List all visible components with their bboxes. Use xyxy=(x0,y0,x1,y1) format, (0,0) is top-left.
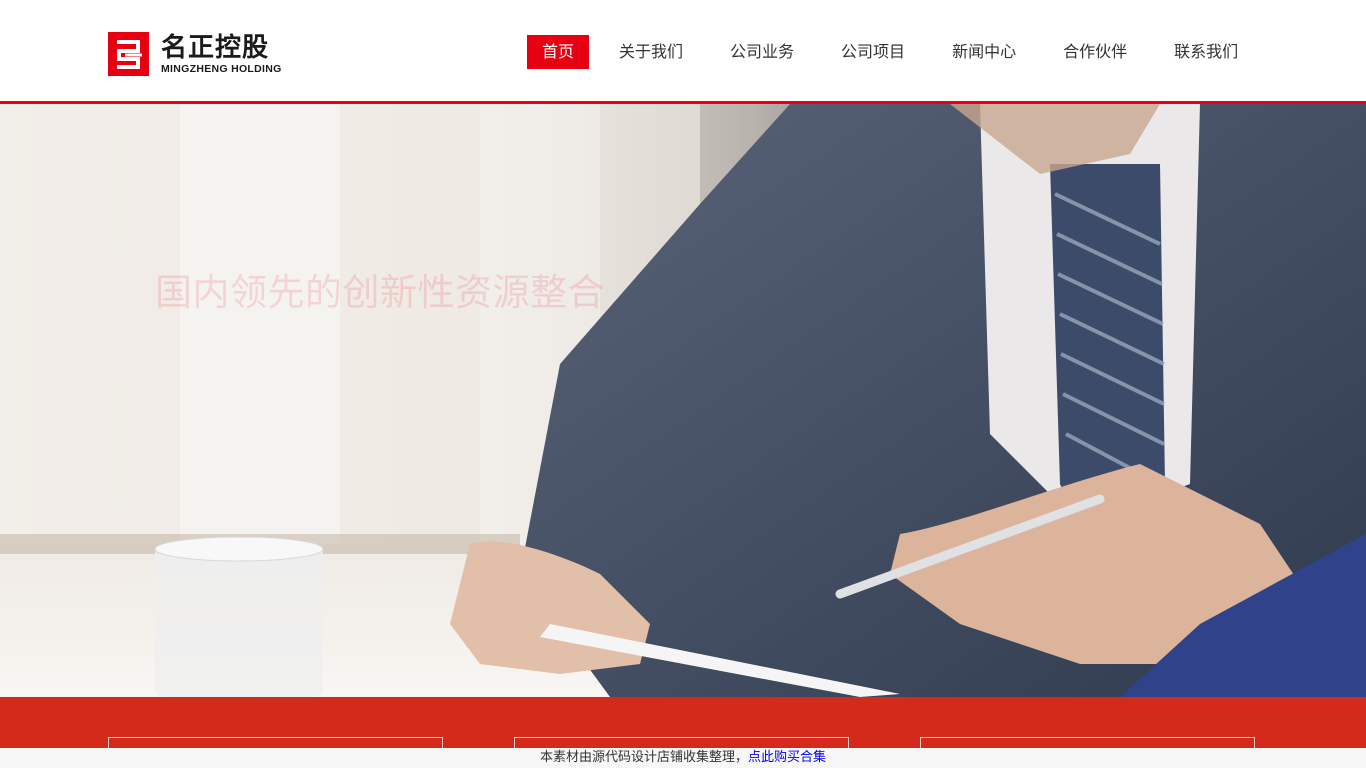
logo[interactable]: 名正控股 MINGZHENG HOLDING xyxy=(108,32,282,76)
nav-item-contact[interactable]: 联系我们 xyxy=(1159,35,1253,69)
site-header: 名正控股 MINGZHENG HOLDING 首页 关于我们 公司业务 公司项目… xyxy=(0,0,1366,104)
nav-item-projects[interactable]: 公司项目 xyxy=(826,35,920,69)
source-notice: 本素材由源代码设计店铺收集整理，点此购买合集 xyxy=(0,748,1366,768)
nav-item-business[interactable]: 公司业务 xyxy=(715,35,809,69)
logo-name-en: MINGZHENG HOLDING xyxy=(161,63,282,75)
notice-text: 本素材由源代码设计店铺收集整理， xyxy=(539,750,748,765)
nav-item-home[interactable]: 首页 xyxy=(527,35,590,69)
logo-text: 名正控股 MINGZHENG HOLDING xyxy=(161,33,282,75)
logo-mark-icon xyxy=(108,32,149,76)
hero-photo xyxy=(0,104,1366,697)
hero-banner: 国内领先的创新性资源整合 xyxy=(0,104,1366,697)
logo-name-cn: 名正控股 xyxy=(161,33,270,63)
hero-slogan: 国内领先的创新性资源整合 xyxy=(155,271,605,314)
purchase-link[interactable]: 点此购买合集 xyxy=(748,750,826,765)
main-nav: 首页 关于我们 公司业务 公司项目 新闻中心 合作伙伴 联系我们 xyxy=(527,35,1270,69)
nav-item-partners[interactable]: 合作伙伴 xyxy=(1048,35,1142,69)
nav-item-news[interactable]: 新闻中心 xyxy=(937,35,1031,69)
nav-item-about[interactable]: 关于我们 xyxy=(604,35,698,69)
